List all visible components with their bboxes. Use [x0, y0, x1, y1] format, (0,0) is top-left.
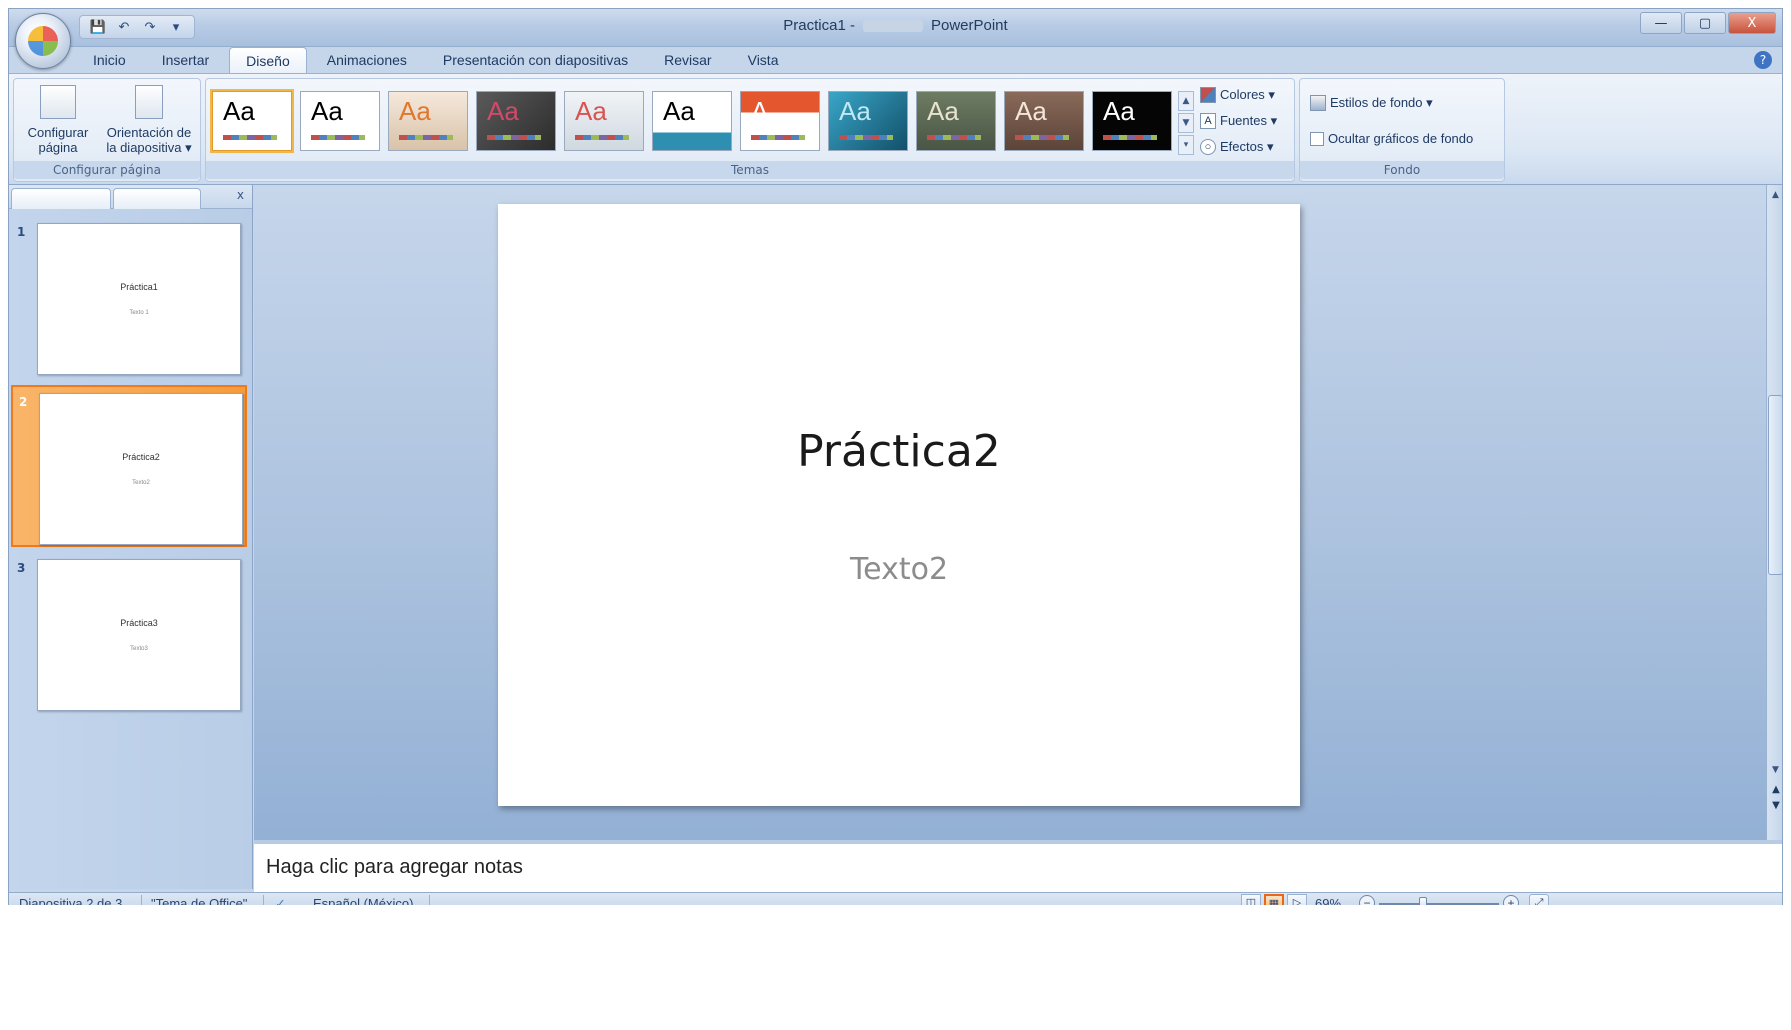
effects-button[interactable]: ○ Efectos ▾ [1200, 139, 1274, 155]
colors-label: Colores ▾ [1220, 87, 1275, 102]
theme-2[interactable]: Aa [300, 91, 380, 151]
page-background [0, 905, 1791, 1030]
hide-background-graphics-label: Ocultar gráficos de fondo [1328, 131, 1474, 146]
group-label-page-setup: Configurar página [14, 161, 200, 179]
window-controls: — ▢ X [1640, 12, 1776, 34]
orientation-label: Orientación de la diapositiva ▾ [106, 125, 192, 155]
tab-presentacion[interactable]: Presentación con diapositivas [427, 47, 644, 73]
checkbox-icon[interactable] [1310, 131, 1324, 146]
slide-preview: Práctica1 Texto 1 [37, 223, 241, 375]
tab-inicio[interactable]: Inicio [77, 47, 142, 73]
notes-placeholder[interactable]: Haga clic para agregar notas [266, 856, 523, 879]
tab-insertar[interactable]: Insertar [146, 47, 225, 73]
tab-diseno[interactable]: Diseño [229, 47, 307, 73]
slide-preview: Práctica2 Texto2 [39, 393, 243, 545]
pane-tabs: x [9, 185, 252, 209]
page-setup-icon [40, 85, 76, 119]
gallery-down-icon[interactable]: ▼ [1178, 113, 1194, 133]
slide-preview-title: Práctica3 [120, 618, 158, 628]
colors-button[interactable]: Colores ▾ [1200, 87, 1275, 103]
gallery-up-icon[interactable]: ▲ [1178, 91, 1194, 111]
fonts-icon: A [1200, 113, 1216, 129]
page-setup-button[interactable]: Configurar página [20, 85, 96, 155]
theme-3[interactable]: Aa [388, 91, 468, 151]
previous-slide-icon[interactable]: ▲ [1769, 783, 1782, 799]
slide-preview-text: Texto 1 [129, 310, 149, 316]
scrollbar-thumb[interactable] [1768, 395, 1782, 575]
theme-6[interactable]: Aa [652, 91, 732, 151]
close-button[interactable]: X [1728, 12, 1776, 34]
ribbon-tabs: Inicio Insertar Diseño Animaciones Prese… [77, 47, 794, 73]
theme-5[interactable]: Aa [564, 91, 644, 151]
page-setup-label: Configurar página [27, 125, 89, 155]
office-logo-icon [28, 26, 58, 56]
background-styles-label: Estilos de fondo ▾ [1330, 95, 1433, 110]
group-background: Estilos de fondo ▾ Ocultar gráficos de f… [1299, 78, 1505, 182]
colors-icon [1200, 87, 1216, 103]
group-themes: Aa Aa Aa Aa Aa Aa A Aa Aa Aa Aa ▲ ▼ ▾ Co… [205, 78, 1295, 182]
app-name: PowerPoint [930, 17, 1008, 34]
theme-9[interactable]: Aa [916, 91, 996, 151]
document-name: Practica1 - [783, 17, 855, 34]
tab-vista[interactable]: Vista [732, 47, 795, 73]
slide-number: 1 [17, 225, 26, 239]
slide-preview-text: Texto2 [132, 480, 150, 486]
scroll-up-icon[interactable]: ▲ [1768, 187, 1782, 203]
theme-office[interactable]: Aa [210, 89, 294, 153]
orientation-icon [135, 85, 163, 119]
office-button[interactable] [15, 13, 71, 69]
fonts-button[interactable]: A Fuentes ▾ [1200, 113, 1277, 129]
help-icon[interactable]: ? [1754, 51, 1772, 69]
slide-preview-title: Práctica2 [122, 452, 160, 462]
slide-thumbnail-2[interactable]: 2 Práctica2 Texto2 [11, 385, 247, 547]
notes-pane[interactable]: Haga clic para agregar notas [254, 840, 1782, 892]
tab-outline[interactable] [113, 188, 201, 209]
slide-title-placeholder[interactable]: Práctica2 [498, 426, 1300, 477]
background-styles-button[interactable]: Estilos de fondo ▾ [1310, 95, 1433, 111]
hide-background-graphics-checkbox[interactable]: Ocultar gráficos de fondo [1310, 131, 1473, 146]
next-slide-icon[interactable]: ▼ [1769, 799, 1782, 815]
maximize-button[interactable]: ▢ [1684, 12, 1726, 34]
slide-preview-text: Texto3 [130, 646, 148, 652]
effects-label: Efectos ▾ [1220, 139, 1274, 154]
group-page-setup: Configurar página Orientación de la diap… [13, 78, 201, 182]
slide-editor: Práctica2 Texto2 [254, 185, 1766, 840]
slide-preview: Práctica3 Texto3 [37, 559, 241, 711]
slide-number: 3 [17, 561, 26, 575]
group-label-themes: Temas [206, 161, 1294, 179]
powerpoint-window: 💾 ↶ ↷ ▾ Practica1 - PowerPoint — ▢ X Inic… [8, 8, 1783, 1030]
scroll-down-icon[interactable]: ▼ [1768, 762, 1782, 778]
background-styles-icon [1310, 95, 1326, 111]
vertical-scrollbar[interactable]: ▲ ▼ ▲ ▼ [1766, 185, 1782, 840]
theme-4[interactable]: Aa [476, 91, 556, 151]
ribbon: Configurar página Orientación de la diap… [9, 73, 1782, 185]
title-bar: 💾 ↶ ↷ ▾ Practica1 - PowerPoint — ▢ X [9, 9, 1782, 47]
close-pane-icon[interactable]: x [237, 188, 244, 202]
slide-subtitle-placeholder[interactable]: Texto2 [498, 552, 1300, 587]
tab-animaciones[interactable]: Animaciones [311, 47, 423, 73]
slide-thumbnail-1[interactable]: 1 Práctica1 Texto 1 [11, 217, 247, 379]
theme-8[interactable]: Aa [828, 91, 908, 151]
gallery-more-icon[interactable]: ▾ [1178, 135, 1194, 155]
orientation-button[interactable]: Orientación de la diapositiva ▾ [100, 85, 198, 155]
minimize-button[interactable]: — [1640, 12, 1682, 34]
group-label-background: Fondo [1300, 161, 1504, 179]
effects-icon: ○ [1200, 139, 1216, 155]
theme-10[interactable]: Aa [1004, 91, 1084, 151]
slide-thumbnail-3[interactable]: 3 Práctica3 Texto3 [11, 553, 247, 715]
slide-number: 2 [19, 395, 28, 409]
window-title: Practica1 - PowerPoint [9, 17, 1782, 34]
theme-gallery-scroll: ▲ ▼ ▾ [1178, 91, 1194, 155]
slides-pane: x 1 Práctica1 Texto 1 2 Práctica2 Texto2… [9, 185, 253, 889]
fonts-label: Fuentes ▾ [1220, 113, 1278, 128]
theme-7[interactable]: A [740, 91, 820, 151]
tab-slides[interactable] [11, 188, 111, 209]
slide-preview-title: Práctica1 [120, 282, 158, 292]
tab-revisar[interactable]: Revisar [648, 47, 727, 73]
theme-11[interactable]: Aa [1092, 91, 1172, 151]
current-slide[interactable]: Práctica2 Texto2 [498, 204, 1300, 806]
